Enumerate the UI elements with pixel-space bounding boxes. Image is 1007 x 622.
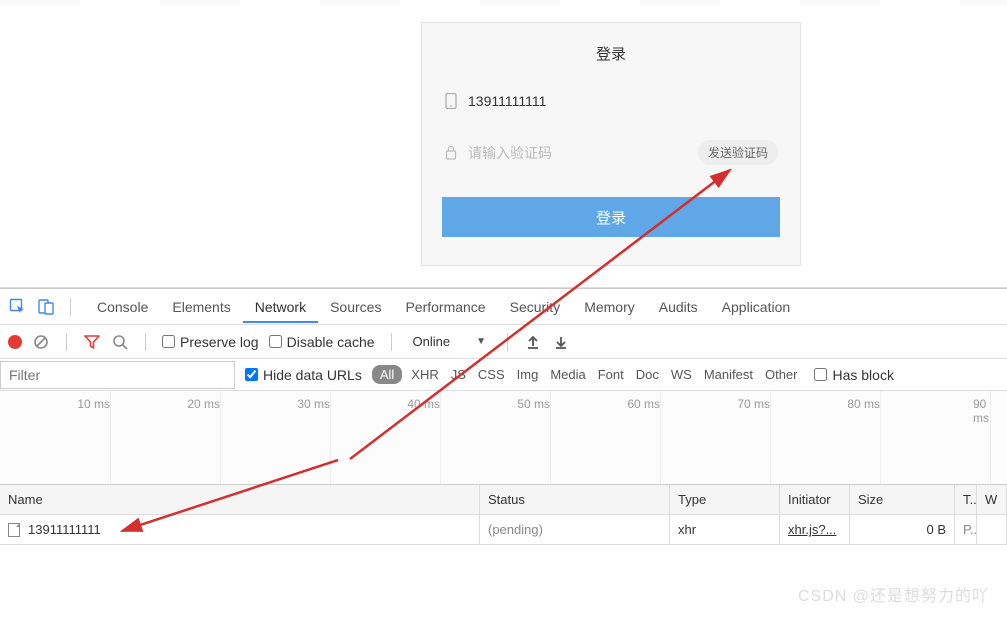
filter-type-xhr[interactable]: XHR	[408, 367, 441, 382]
request-status: (pending)	[480, 515, 670, 544]
tab-sources[interactable]: Sources	[318, 291, 393, 323]
login-card: 登录 13911111111 请输入验证码 发送验证码 登录	[421, 22, 801, 266]
inspect-element-icon[interactable]	[8, 297, 28, 317]
download-har-icon[interactable]	[552, 333, 570, 351]
filter-type-js[interactable]: JS	[448, 367, 469, 382]
filter-row: Hide data URLs All XHR JS CSS Img Media Font Do…	[0, 359, 1007, 391]
send-code-button[interactable]: 发送验证码	[698, 140, 778, 165]
filter-type-doc[interactable]: Doc	[633, 367, 662, 382]
lock-icon	[444, 144, 458, 162]
col-type[interactable]: Type	[670, 485, 780, 514]
throttling-select[interactable]: Online ▼	[408, 331, 491, 352]
filter-type-media[interactable]: Media	[547, 367, 588, 382]
col-status[interactable]: Status	[480, 485, 670, 514]
tab-network[interactable]: Network	[243, 291, 318, 323]
timeline-tick: 10 ms	[77, 397, 110, 411]
divider	[145, 333, 146, 351]
filter-type-all[interactable]: All	[372, 365, 402, 384]
timeline-tick: 30 ms	[297, 397, 330, 411]
file-icon	[8, 523, 20, 537]
network-controls-row: Preserve log Disable cache Online ▼	[0, 325, 1007, 359]
tab-memory[interactable]: Memory	[572, 291, 647, 323]
phone-field-row[interactable]: 13911111111	[442, 84, 780, 118]
login-title: 登录	[442, 43, 780, 64]
filter-input[interactable]	[0, 361, 235, 389]
search-icon[interactable]	[111, 333, 129, 351]
phone-value: 13911111111	[468, 93, 546, 109]
tab-performance[interactable]: Performance	[393, 291, 497, 323]
filter-toggle-icon[interactable]	[83, 333, 101, 351]
initiator-link[interactable]: xhr.js?...	[788, 522, 836, 537]
disable-cache-input[interactable]	[269, 335, 282, 348]
disable-cache-checkbox[interactable]: Disable cache	[269, 334, 375, 350]
request-waterfall	[977, 515, 1007, 544]
timeline-overview[interactable]: 10 ms 20 ms 30 ms 40 ms 50 ms 60 ms 70 ms 80 ms…	[0, 391, 1007, 485]
chevron-down-icon: ▼	[476, 336, 486, 347]
hide-data-urls-checkbox[interactable]: Hide data URLs	[245, 367, 362, 383]
device-toggle-icon[interactable]	[36, 297, 56, 317]
table-row[interactable]: 13911111111 (pending)xhr xhr.js?... 0 BP...	[0, 515, 1007, 545]
request-time: P...	[955, 515, 977, 544]
has-blocked-input[interactable]	[814, 368, 827, 381]
filter-type-font[interactable]: Font	[595, 367, 627, 382]
divider	[70, 298, 71, 316]
watermark: CSDN @还是想努力的吖	[798, 582, 989, 606]
filter-type-ws[interactable]: WS	[668, 367, 695, 382]
col-size[interactable]: Size	[850, 485, 955, 514]
timeline-tick: 20 ms	[187, 397, 220, 411]
filter-type-img[interactable]: Img	[514, 367, 542, 382]
timeline-tick: 70 ms	[737, 397, 770, 411]
clear-button[interactable]	[32, 333, 50, 351]
timeline-tick: 40 ms	[407, 397, 440, 411]
network-table: Name Status Type Initiator Size T... W 1…	[0, 485, 1007, 545]
filter-type-manifest[interactable]: Manifest	[701, 367, 756, 382]
col-waterfall[interactable]: W	[977, 485, 1007, 514]
tab-elements[interactable]: Elements	[160, 291, 242, 323]
page-viewport: 登录 13911111111 请输入验证码 发送验证码 登录	[0, 0, 1007, 288]
has-blocked-checkbox[interactable]: Has block	[814, 367, 893, 383]
preserve-log-checkbox[interactable]: Preserve log	[162, 334, 259, 350]
devtools-panel: ConsoleElementsNetworkSourcesPerformance…	[0, 288, 1007, 545]
timeline-tick: 90 ms	[973, 397, 990, 425]
filter-type-other[interactable]: Other	[762, 367, 801, 382]
divider	[507, 333, 508, 351]
filter-type-css[interactable]: CSS	[475, 367, 508, 382]
code-field-row[interactable]: 请输入验证码 发送验证码	[442, 132, 780, 173]
upload-har-icon[interactable]	[524, 333, 542, 351]
tab-security[interactable]: Security	[498, 291, 573, 323]
tab-console[interactable]: Console	[85, 291, 160, 323]
timeline-tick: 50 ms	[517, 397, 550, 411]
record-button[interactable]	[8, 335, 22, 349]
request-size: 0 B	[850, 515, 955, 544]
table-header-row: Name Status Type Initiator Size T... W	[0, 485, 1007, 515]
timeline-tick: 60 ms	[627, 397, 660, 411]
col-name[interactable]: Name	[0, 485, 480, 514]
col-initiator[interactable]: Initiator	[780, 485, 850, 514]
phone-icon	[444, 92, 458, 110]
preserve-log-input[interactable]	[162, 335, 175, 348]
code-placeholder: 请输入验证码	[468, 143, 688, 163]
login-submit-button[interactable]: 登录	[442, 197, 780, 237]
request-type: xhr	[670, 515, 780, 544]
divider	[391, 333, 392, 351]
devtools-tabs-row: ConsoleElementsNetworkSourcesPerformance…	[0, 289, 1007, 325]
tab-audits[interactable]: Audits	[647, 291, 710, 323]
request-name: 13911111111	[28, 522, 101, 537]
tab-application[interactable]: Application	[710, 291, 803, 323]
col-time[interactable]: T...	[955, 485, 977, 514]
hide-data-urls-input[interactable]	[245, 368, 258, 381]
timeline-tick: 80 ms	[847, 397, 880, 411]
divider	[66, 333, 67, 351]
